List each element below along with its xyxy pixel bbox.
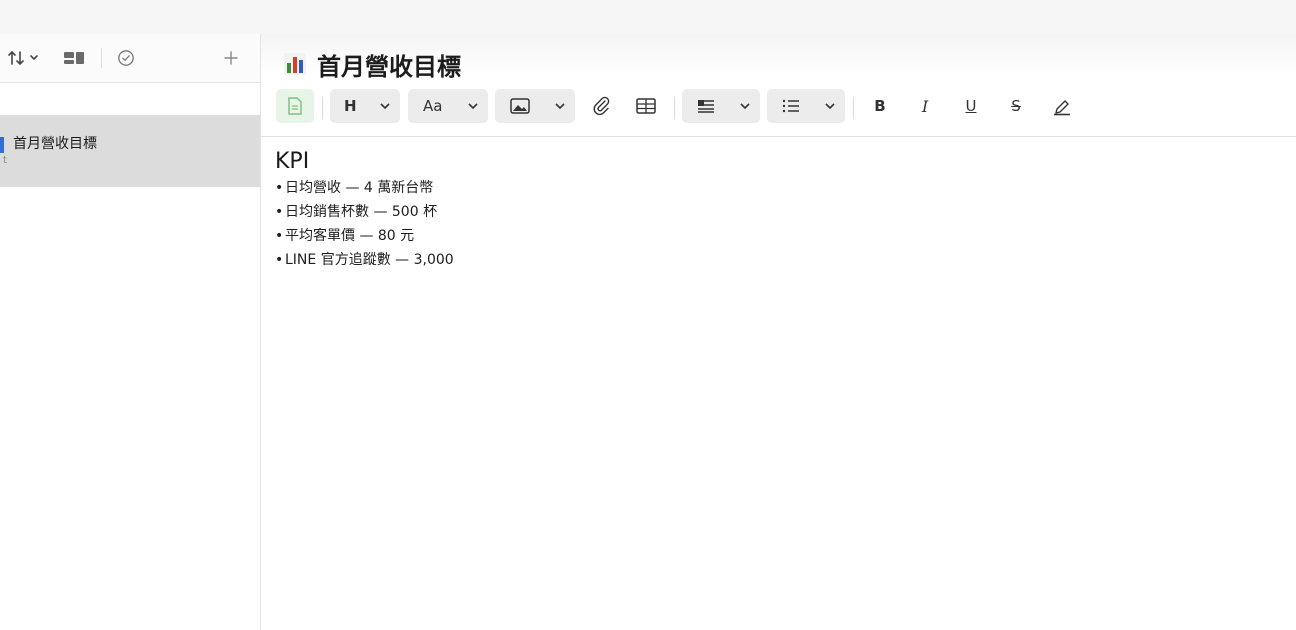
table-button[interactable] <box>633 89 659 123</box>
sidebar-toolbar <box>0 34 260 83</box>
chevron-down-icon <box>380 103 390 110</box>
table-icon <box>636 98 656 114</box>
list-item: • LINE 官方追蹤數 — 3,000 <box>275 252 454 268</box>
chevron-down-icon <box>825 103 835 110</box>
highlight-button[interactable] <box>1049 89 1075 123</box>
plus-icon <box>224 51 238 65</box>
list-dropdown[interactable] <box>767 89 845 123</box>
list-item: • 日均銷售杯數 — 500 杯 <box>275 204 438 220</box>
bold-button[interactable]: B <box>867 89 893 123</box>
toolbar-divider <box>674 97 675 119</box>
chevron-down-icon <box>468 103 478 110</box>
toolbar-divider <box>322 97 323 119</box>
font-dropdown[interactable]: Aa <box>408 89 488 123</box>
notes-sidebar: 首月營收目標 t <box>0 34 261 630</box>
format-toolbar: H Aa B I U S <box>261 89 1296 125</box>
sort-button[interactable] <box>6 46 42 70</box>
heading-label: H <box>344 97 357 115</box>
image-icon <box>510 98 530 114</box>
gallery-view-icon <box>64 52 84 64</box>
chevron-down-icon <box>740 103 750 110</box>
window-titlebar <box>0 0 1296 34</box>
kpi-list: • 日均營收 — 4 萬新台幣 • 日均銷售杯數 — 500 杯 • 平均客單價 — … <box>275 176 454 272</box>
checklist-button[interactable] <box>114 46 138 70</box>
highlighter-pen-icon <box>1054 100 1070 116</box>
attach-button[interactable] <box>589 89 615 123</box>
text-align-icon <box>698 100 714 113</box>
note-color-bar <box>0 137 4 153</box>
font-label: Aa <box>423 97 443 115</box>
note-list-item-preview: t <box>3 155 7 166</box>
checkmark-circle-icon <box>118 50 134 66</box>
document-icon <box>288 97 302 115</box>
content-heading: KPI <box>275 149 310 174</box>
list-item: • 日均營收 — 4 萬新台幣 <box>275 180 434 196</box>
note-editor: 首月營收目標 H Aa B I U S KPI • 日均營收 — 4 萬新台幣 … <box>261 34 1296 630</box>
list-item: • 平均客單價 — 80 元 <box>275 228 415 244</box>
toolbar-divider <box>101 48 102 68</box>
gallery-view-button[interactable] <box>60 46 88 70</box>
alignment-dropdown[interactable] <box>682 89 760 123</box>
toolbar-divider <box>853 97 854 119</box>
note-body[interactable]: KPI • 日均營收 — 4 萬新台幣 • 日均銷售杯數 — 500 杯 • 平均客單… <box>275 148 454 272</box>
image-dropdown[interactable] <box>495 89 575 123</box>
note-title-text: 首月營收目標 <box>317 52 461 81</box>
strikethrough-button[interactable]: S <box>1003 89 1029 123</box>
heading-dropdown[interactable]: H <box>330 89 400 123</box>
page-style-button[interactable] <box>276 89 314 123</box>
paperclip-icon <box>593 96 610 116</box>
italic-button[interactable]: I <box>912 89 938 123</box>
bulleted-list-icon <box>782 99 799 113</box>
chevron-down-icon <box>555 103 565 110</box>
note-list-item[interactable]: 首月營收目標 t <box>0 115 260 187</box>
note-list-item-title: 首月營收目標 <box>13 136 97 152</box>
note-title[interactable]: 首月營收目標 <box>283 47 461 81</box>
bar-chart-icon <box>284 53 306 75</box>
underline-button[interactable]: U <box>958 89 984 123</box>
editor-header: 首月營收目標 H Aa B I U S <box>261 34 1296 137</box>
sort-arrows-icon <box>8 50 38 66</box>
add-note-button[interactable] <box>220 46 242 70</box>
